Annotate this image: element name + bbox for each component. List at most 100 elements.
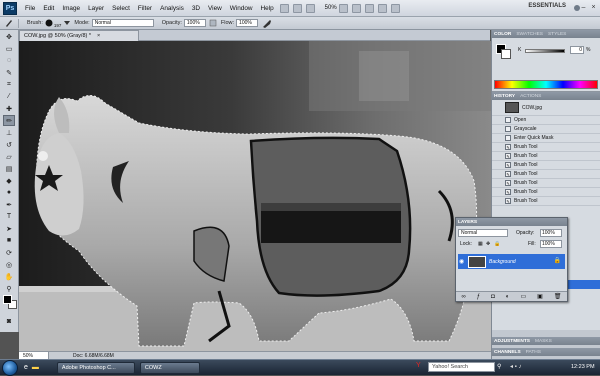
hand-tool-icon[interactable]: ✋ bbox=[3, 271, 15, 282]
tab-swatches[interactable]: SWATCHES bbox=[516, 32, 543, 37]
color-spectrum-bar[interactable] bbox=[494, 80, 598, 89]
history-item[interactable]: ✎ Brush Tool bbox=[492, 152, 600, 161]
flow-field[interactable]: 100% bbox=[236, 19, 259, 27]
menu-layer[interactable]: Layer bbox=[84, 5, 108, 12]
close-document-icon[interactable]: × bbox=[97, 33, 100, 39]
arrange-documents-icon[interactable] bbox=[377, 3, 387, 13]
tablet-pressure-opacity-icon[interactable] bbox=[209, 19, 217, 27]
blur-tool-icon[interactable]: ◆ bbox=[3, 175, 15, 186]
mode-select[interactable]: Normal bbox=[91, 19, 154, 27]
workspace-switcher[interactable]: ESSENTIALS bbox=[528, 3, 566, 9]
tab-color[interactable]: COLOR bbox=[494, 32, 511, 37]
history-item[interactable]: Enter Quick Mask bbox=[492, 134, 600, 143]
history-item[interactable]: ✎ Brush Tool bbox=[492, 188, 600, 197]
new-adjustment-icon[interactable]: ◐ bbox=[506, 294, 510, 300]
link-layers-icon[interactable]: ∞ bbox=[462, 294, 466, 300]
ie-icon[interactable]: e bbox=[24, 364, 28, 371]
tab-paths[interactable]: PATHS bbox=[526, 350, 541, 355]
eye-icon[interactable]: ◉ bbox=[459, 258, 464, 265]
dodge-tool-icon[interactable]: ● bbox=[3, 187, 15, 198]
history-snapshot[interactable]: COW.jpg bbox=[492, 100, 600, 116]
eyedropper-tool-icon[interactable]: ⁄ bbox=[3, 91, 15, 102]
3d-rotate-tool-icon[interactable]: ⟳ bbox=[3, 247, 15, 258]
extras-icon[interactable] bbox=[305, 3, 315, 13]
background-color-chip[interactable] bbox=[501, 49, 511, 59]
history-item[interactable]: ✎ Brush Tool bbox=[492, 197, 600, 206]
layer-row-background[interactable]: ◉ Background 🔒 bbox=[458, 254, 565, 269]
eraser-tool-icon[interactable]: ▱ bbox=[3, 151, 15, 162]
lasso-tool-icon[interactable]: ◌ bbox=[3, 55, 15, 66]
mini-bridge-icon[interactable] bbox=[292, 3, 302, 13]
tab-actions[interactable]: ACTIONS bbox=[520, 94, 541, 99]
tab-adjustments[interactable]: ADJUSTMENTS bbox=[494, 339, 530, 344]
history-item[interactable]: ✎ Brush Tool bbox=[492, 170, 600, 179]
history-item[interactable]: Grayscale bbox=[492, 125, 600, 134]
layer-style-icon[interactable]: ƒ bbox=[477, 294, 480, 300]
crop-tool-icon[interactable]: ⌗ bbox=[3, 79, 15, 90]
search-go-icon[interactable]: ⚲ bbox=[497, 363, 501, 370]
blend-mode-select[interactable]: Normal bbox=[458, 229, 508, 237]
tab-styles[interactable]: STYLES bbox=[548, 32, 566, 37]
menu-image[interactable]: Image bbox=[58, 5, 84, 12]
shape-tool-icon[interactable]: ■ bbox=[3, 235, 15, 246]
color-swatches[interactable] bbox=[3, 295, 17, 309]
menu-help[interactable]: Help bbox=[257, 5, 278, 12]
zoom-tool-icon[interactable] bbox=[351, 3, 361, 13]
move-tool-icon[interactable]: ✥ bbox=[3, 31, 15, 42]
gradient-tool-icon[interactable]: ▤ bbox=[3, 163, 15, 174]
menu-select[interactable]: Select bbox=[108, 5, 134, 12]
foreground-color-swatch[interactable] bbox=[3, 295, 12, 304]
zoom-level[interactable]: 50% bbox=[325, 5, 337, 11]
document-canvas[interactable] bbox=[19, 41, 491, 351]
bridge-icon[interactable] bbox=[279, 3, 289, 13]
menu-window[interactable]: Window bbox=[226, 5, 257, 12]
minimize-icon[interactable]: – bbox=[579, 3, 588, 12]
taskbar-photoshop[interactable]: Adobe Photoshop C... bbox=[56, 361, 135, 374]
screen-mode-icon[interactable] bbox=[390, 3, 400, 13]
tab-layers[interactable]: LAYERS bbox=[458, 220, 477, 225]
k-slider[interactable] bbox=[525, 49, 565, 53]
brush-tool-preset-icon[interactable] bbox=[4, 18, 14, 28]
tab-history[interactable]: HISTORY bbox=[494, 94, 515, 99]
layers-panel-header[interactable]: LAYERS bbox=[456, 218, 567, 226]
history-item[interactable]: ✎ Brush Tool bbox=[492, 143, 600, 152]
lock-position-icon[interactable]: ✥ bbox=[486, 241, 490, 247]
taskbar-cowz[interactable]: COWZ bbox=[139, 361, 200, 374]
marquee-tool-icon[interactable]: ▭ bbox=[3, 43, 15, 54]
folder-icon[interactable]: ▬ bbox=[32, 364, 39, 371]
menu-3d[interactable]: 3D bbox=[188, 5, 204, 12]
path-selection-tool-icon[interactable]: ➤ bbox=[3, 223, 15, 234]
history-item[interactable]: ✎ Brush Tool bbox=[492, 179, 600, 188]
close-icon[interactable]: × bbox=[589, 3, 598, 12]
fill-field[interactable]: 100% bbox=[540, 240, 562, 248]
zoom-tool-icon[interactable]: ⚲ bbox=[3, 283, 15, 294]
chevron-down-icon[interactable] bbox=[64, 20, 71, 26]
3d-orbit-tool-icon[interactable]: ◎ bbox=[3, 259, 15, 270]
yahoo-search-box[interactable]: Yahoo! Search bbox=[428, 362, 495, 372]
new-group-icon[interactable]: ▭ bbox=[520, 293, 526, 300]
menu-analysis[interactable]: Analysis bbox=[156, 5, 188, 12]
new-layer-icon[interactable]: ▣ bbox=[537, 293, 543, 300]
menu-filter[interactable]: Filter bbox=[134, 5, 156, 12]
yahoo-icon[interactable]: Y bbox=[416, 362, 421, 369]
rotate-view-icon[interactable] bbox=[364, 3, 374, 13]
menu-file[interactable]: File bbox=[21, 5, 39, 12]
healing-brush-tool-icon[interactable]: ✚ bbox=[3, 103, 15, 114]
layer-opacity-field[interactable]: 100% bbox=[540, 229, 562, 237]
menu-edit[interactable]: Edit bbox=[39, 5, 58, 12]
history-brush-tool-icon[interactable]: ↺ bbox=[3, 139, 15, 150]
delete-layer-icon[interactable]: 🗑 bbox=[554, 293, 562, 300]
quick-select-tool-icon[interactable]: ✎ bbox=[3, 67, 15, 78]
k-value-field[interactable]: 0 bbox=[570, 46, 584, 54]
hand-tool-icon[interactable] bbox=[338, 3, 348, 13]
history-item[interactable]: Open bbox=[492, 116, 600, 125]
start-button[interactable] bbox=[2, 359, 18, 376]
lock-pixels-icon[interactable]: ▦ bbox=[478, 241, 483, 247]
clone-stamp-tool-icon[interactable]: ⊥ bbox=[3, 127, 15, 138]
pen-tool-icon[interactable]: ✒ bbox=[3, 199, 15, 210]
document-tab[interactable]: COW.jpg @ 50% (Gray/8) * × bbox=[19, 30, 139, 41]
brush-preview-icon[interactable] bbox=[45, 19, 53, 27]
airbrush-icon[interactable] bbox=[262, 19, 272, 28]
add-mask-icon[interactable]: ◘ bbox=[491, 294, 495, 300]
tab-masks[interactable]: MASKS bbox=[535, 339, 552, 344]
